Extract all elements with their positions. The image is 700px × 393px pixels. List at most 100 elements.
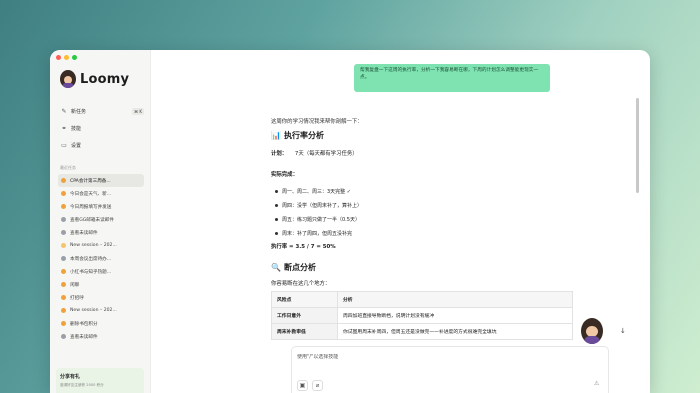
breakpoint-lead: 你容易断在这几个地方： — [271, 281, 331, 287]
task-status-icon — [61, 282, 66, 287]
recent-task-list: CPA会计第三周备... 今日会是天气、新... 今日周报填写并发送 查看GG邮箱未读… — [58, 174, 144, 343]
chat-panel: 帮我复盘一下这周的执行率，分析一下我容易断在哪，下周的计划怎么调整能更现实一点。… — [151, 50, 650, 393]
scroll-to-bottom-icon[interactable]: ↓ — [620, 327, 626, 335]
plan-label: 计划： — [271, 151, 288, 157]
share-subtitle: 邀请好友注册获 2000 积分 — [60, 383, 104, 387]
chat-scrollbar[interactable] — [636, 98, 639, 193]
completion-list: 周一、周二、周三：3天完整 ✓ 周四：没学（但周末补了，算补上） 周五：练习题只… — [275, 184, 362, 240]
section-title: 断点分析 — [283, 263, 316, 272]
section-title: 执行率分析 — [283, 131, 324, 140]
task-status-icon — [61, 204, 66, 209]
sidebar-task-item[interactable]: 小红书与知乎热题... — [58, 265, 144, 278]
table-header: 分析 — [337, 291, 573, 308]
minimize-window-button[interactable] — [64, 55, 69, 60]
sidebar-item-settings[interactable]: ▭ 设置 — [58, 137, 144, 154]
task-status-icon — [61, 230, 66, 235]
sidebar-task-item[interactable]: 查看未读邮件 — [58, 330, 144, 343]
sidebar-nav: ✎ 新任务 ⌘ K ⚭ 技能 ▭ 设置 — [58, 103, 144, 154]
sidebar: Loomy ✎ 新任务 ⌘ K ⚭ 技能 ▭ 设置 最近任务 CPA会计第三周备… — [50, 50, 151, 393]
task-label: New session – 202... — [70, 243, 117, 248]
list-item: 周末：补了周四，但周五没补完 — [275, 226, 362, 240]
task-status-icon — [61, 321, 66, 326]
task-label: 查看未读邮件 — [70, 230, 98, 236]
task-label: 今日周报填写并发送 — [70, 204, 112, 210]
composer: ▣ ⌀ ⚠ — [291, 346, 609, 393]
section-heading-execution: 📊 执行率分析 — [271, 130, 324, 141]
table-header: 风险点 — [271, 291, 338, 308]
sidebar-task-item[interactable]: 打招呼 — [58, 291, 144, 304]
task-label: 打招呼 — [70, 295, 84, 301]
list-item: 周一、周二、周三：3天完整 ✓ — [275, 184, 362, 198]
table-cell: 周末补救审低 — [271, 323, 338, 340]
table-header-row: 风险点 分析 — [271, 291, 573, 308]
risk-table: 风险点 分析 工作日意外 周四加班直接导致断档，说明计划没有缓冲 周末补救审低 … — [271, 291, 573, 340]
task-status-icon — [61, 308, 66, 313]
task-label: New session – 202... — [70, 308, 117, 313]
task-status-icon — [61, 178, 66, 183]
edit-icon: ✎ — [61, 108, 67, 115]
sidebar-task-item[interactable]: New session – 202... — [58, 239, 144, 252]
maximize-window-button[interactable] — [72, 55, 77, 60]
sidebar-item-label: 新任务 — [71, 109, 87, 115]
chart-icon: 📊 — [271, 131, 281, 140]
section-heading-breakpoints: 🔍 断点分析 — [271, 262, 316, 273]
task-label: 删除书包积分 — [70, 321, 98, 327]
table-cell: 工作日意外 — [271, 307, 338, 324]
task-label: 今日会是天气、新... — [70, 191, 112, 197]
sidebar-task-item[interactable]: CPA会计第三周备... — [58, 174, 144, 187]
sidebar-item-label: 设置 — [71, 143, 82, 149]
task-label: 闲聊 — [70, 282, 80, 288]
sidebar-task-item[interactable]: New session – 202... — [58, 304, 144, 317]
sidebar-task-item[interactable]: 本周会议出席待办... — [58, 252, 144, 265]
task-status-icon — [61, 217, 66, 222]
logo-avatar-icon — [60, 70, 76, 88]
assistant-intro: 这周你的学习情况我来帮你剖解一下： — [271, 119, 363, 125]
share-title: 分享有礼 — [60, 374, 81, 380]
actual-label: 实际完成： — [271, 172, 298, 178]
task-status-icon — [61, 243, 66, 248]
task-label: 查看未读邮件 — [70, 334, 98, 340]
sidebar-task-item[interactable]: 查看未读邮件 — [58, 226, 144, 239]
message-input[interactable] — [297, 354, 597, 360]
window-controls — [56, 55, 77, 60]
sidebar-item-label: 技能 — [71, 126, 82, 132]
close-window-button[interactable] — [56, 55, 61, 60]
image-upload-icon[interactable]: ▣ — [297, 380, 308, 391]
user-message-bubble: 帮我复盘一下这周的执行率，分析一下我容易断在哪，下周的计划怎么调整能更现实一点。 — [354, 64, 550, 92]
plan-line: 计划： 7天（每天都有学习任务） — [271, 149, 358, 157]
execution-rate: 执行率 = 3.5 / 7 = 50% — [271, 244, 336, 250]
sidebar-task-item[interactable]: 闲聊 — [58, 278, 144, 291]
brand: Loomy — [60, 70, 129, 88]
table-cell: 周四加班直接导致断档，说明计划没有缓冲 — [337, 307, 573, 324]
recent-tasks-label: 最近任务 — [60, 165, 76, 170]
sidebar-task-item[interactable]: 查看GG邮箱未读邮件 — [58, 213, 144, 226]
assistant-message: 这周你的学习情况我来帮你剖解一下： 📊 执行率分析 计划： 7天（每天都有学习任… — [271, 117, 581, 340]
shortcut-badge: ⌘ K — [132, 108, 144, 115]
assistant-avatar[interactable] — [581, 318, 603, 344]
app-window: Loomy ✎ 新任务 ⌘ K ⚭ 技能 ▭ 设置 最近任务 CPA会计第三周备… — [50, 50, 650, 393]
table-row: 周末补救审低 你试图用周末补周四，但周五还是没做完——补进度的方式很难完全填坑 — [271, 323, 573, 340]
folder-icon: ▭ — [61, 142, 67, 149]
sidebar-task-item[interactable]: 删除书包积分 — [58, 317, 144, 330]
share-promo[interactable]: 分享有礼 邀请好友注册获 2000 积分 — [56, 368, 144, 393]
send-icon[interactable]: ⚠ — [594, 380, 599, 387]
task-label: 查看GG邮箱未读邮件 — [70, 217, 114, 223]
list-item: 周四：没学（但周末补了，算补上） — [275, 198, 362, 212]
sidebar-task-item[interactable]: 今日周报填写并发送 — [58, 200, 144, 213]
task-status-icon — [61, 334, 66, 339]
sidebar-item-skills[interactable]: ⚭ 技能 — [58, 120, 144, 137]
app-name: Loomy — [80, 71, 130, 87]
table-row: 工作日意外 周四加班直接导致断档，说明计划没有缓冲 — [271, 307, 573, 324]
task-status-icon — [61, 295, 66, 300]
task-status-icon — [61, 191, 66, 196]
task-status-icon — [61, 269, 66, 274]
table-cell: 你试图用周末补周四，但周五还是没做完——补进度的方式很难完全填坑 — [337, 323, 573, 340]
sidebar-item-new-task[interactable]: ✎ 新任务 ⌘ K — [58, 103, 144, 120]
attach-icon[interactable]: ⌀ — [312, 380, 323, 391]
task-label: 小红书与知乎热题... — [70, 269, 112, 275]
task-status-icon — [61, 256, 66, 261]
magnifier-icon: 🔍 — [271, 263, 281, 272]
link-icon: ⚭ — [61, 125, 67, 132]
sidebar-task-item[interactable]: 今日会是天气、新... — [58, 187, 144, 200]
task-label: 本周会议出席待办... — [70, 256, 112, 262]
